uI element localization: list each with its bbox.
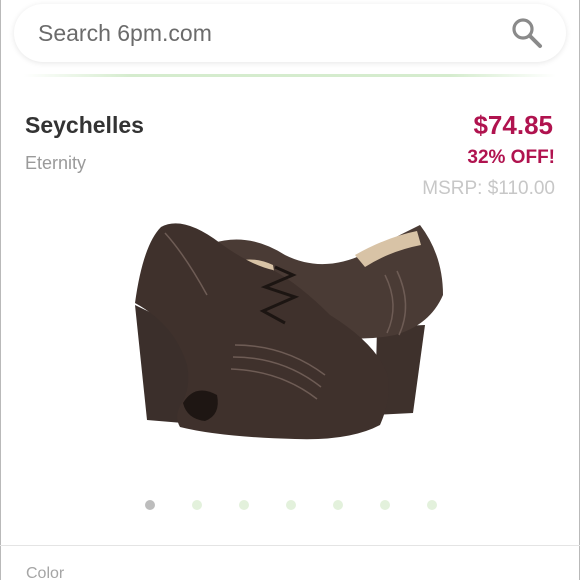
product-image[interactable]	[125, 215, 455, 455]
header-divider	[24, 74, 556, 77]
carousel-dot-6[interactable]	[380, 500, 390, 510]
carousel-dot-3[interactable]	[239, 500, 249, 510]
search-icon[interactable]	[510, 16, 544, 50]
carousel-dot-1[interactable]	[145, 500, 155, 510]
msrp-price: MSRP: $110.00	[422, 178, 555, 199]
carousel-dot-2[interactable]	[192, 500, 202, 510]
search-input[interactable]: Search 6pm.com	[14, 4, 566, 62]
search-placeholder: Search 6pm.com	[38, 19, 212, 46]
carousel-dot-7[interactable]	[427, 500, 437, 510]
color-label: Color	[26, 565, 65, 582]
section-divider	[0, 545, 580, 546]
image-carousel-dots[interactable]	[0, 500, 580, 512]
search-bar[interactable]: Search 6pm.com	[14, 4, 566, 62]
brand-name[interactable]: Seychelles	[25, 112, 144, 139]
carousel-dot-5[interactable]	[333, 500, 343, 510]
discount-badge: 32% OFF!	[467, 147, 555, 168]
carousel-dot-4[interactable]	[286, 500, 296, 510]
sale-price: $74.85	[473, 110, 553, 140]
product-name: Eternity	[25, 153, 87, 173]
